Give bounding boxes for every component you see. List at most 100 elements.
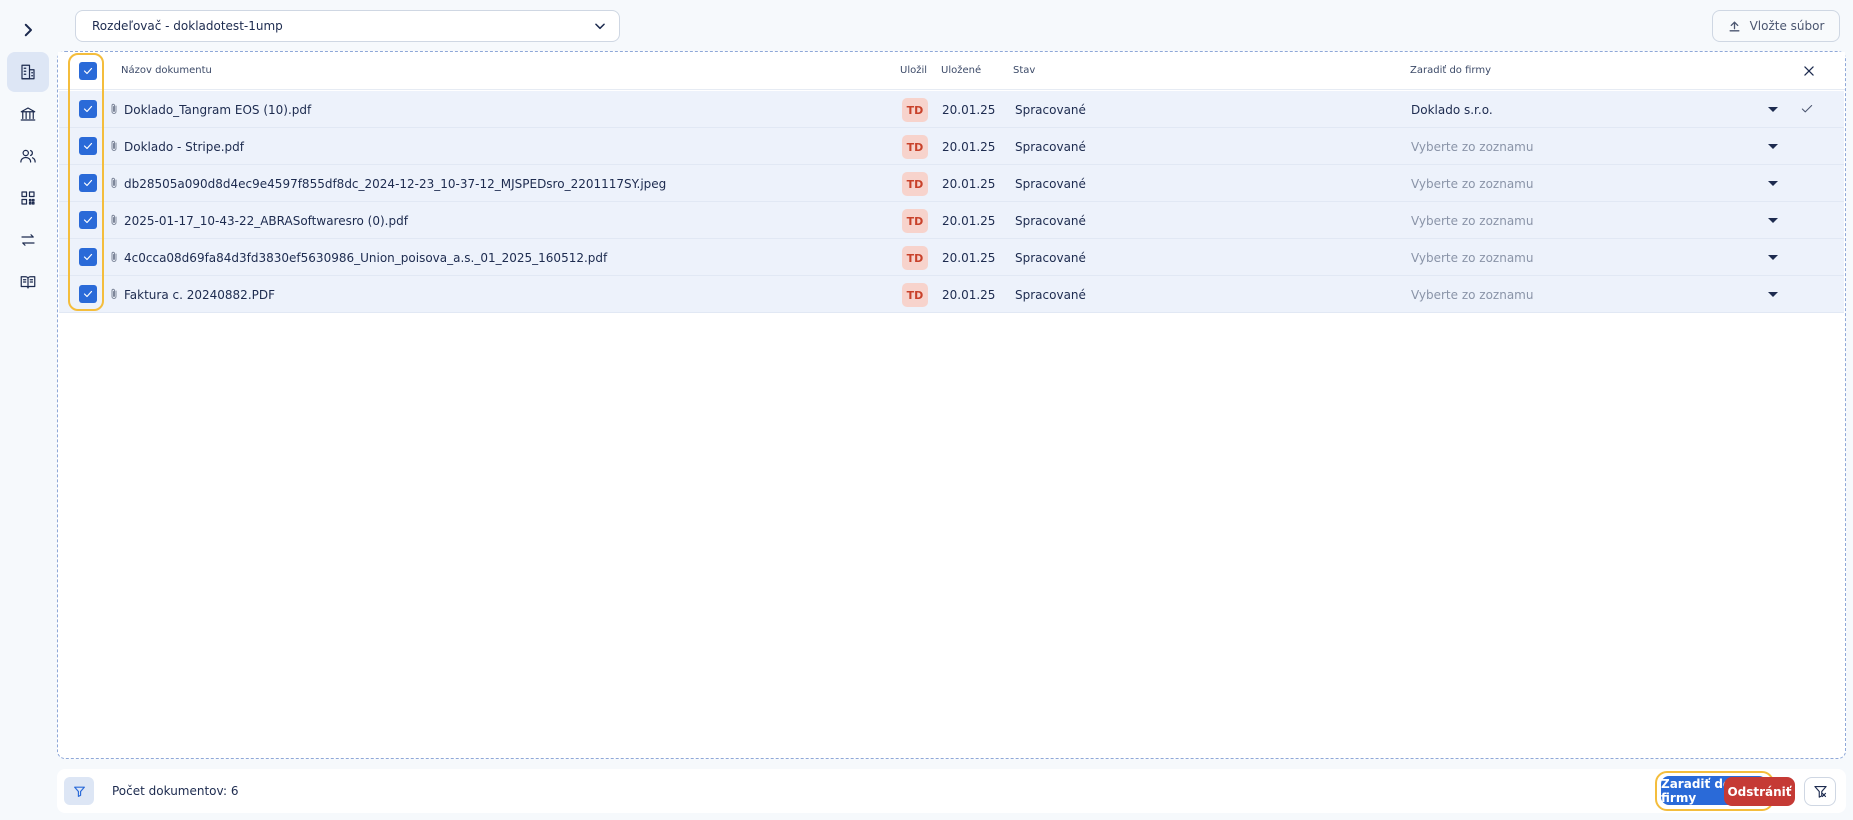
column-header-uploaded-by[interactable]: Uložil — [900, 65, 927, 76]
sidebar-item-qr-codes[interactable] — [7, 178, 49, 218]
sidebar — [0, 0, 57, 820]
upload-date: 20.01.25 — [942, 140, 996, 154]
document-count: Počet dokumentov: 6 — [112, 784, 239, 798]
attachment-icon — [111, 214, 117, 225]
app: Rozdeľovač - dokladotest-1ump Vložte súb… — [0, 0, 1853, 820]
uploader-avatar: TD — [902, 246, 928, 270]
table-row[interactable]: Faktura c. 20240882.PDF TD 20.01.25 Spracov… — [59, 276, 1844, 313]
checkmark-icon — [83, 142, 93, 150]
row-checkbox[interactable] — [79, 174, 97, 192]
company-select[interactable]: Vyberte zo zoznamu — [1411, 140, 1533, 154]
row-checkbox[interactable] — [79, 285, 97, 303]
uploader-avatar: TD — [902, 209, 928, 233]
table-row[interactable]: Doklado_Tangram EOS (10).pdf TD 20.01.25 Sp… — [59, 91, 1844, 128]
table-header: Názov dokumentu Uložil Uložené Stav Zara… — [58, 52, 1845, 90]
chevron-right-icon — [24, 23, 32, 37]
arrows-exchange-icon — [21, 234, 35, 246]
documents-dropzone[interactable]: Názov dokumentu Uložil Uložené Stav Zara… — [57, 51, 1846, 759]
attachment-icon — [111, 177, 117, 188]
upload-file-button[interactable]: Vložte súbor — [1712, 10, 1840, 42]
dropdown-arrow-icon[interactable] — [1768, 107, 1778, 112]
column-header-status[interactable]: Stav — [1013, 65, 1035, 76]
document-name-link[interactable]: Faktura c. 20240882.PDF — [124, 288, 275, 302]
expand-sidebar-button[interactable] — [7, 10, 49, 50]
attachment-icon — [111, 288, 117, 299]
checkmark-icon — [83, 253, 93, 261]
dropdown-arrow-icon[interactable] — [1768, 144, 1778, 149]
dropdown-arrow-icon[interactable] — [1768, 255, 1778, 260]
bank-icon — [20, 107, 36, 121]
sidebar-item-bank[interactable] — [7, 94, 49, 134]
table-row[interactable]: 2025-01-17_10-43-22_ABRASoftwaresro (0).… — [59, 202, 1844, 239]
document-name-link[interactable]: db28505a090d8d4ec9e4597f855df8dc_2024-12… — [124, 177, 666, 191]
table-row[interactable]: db28505a090d8d4ec9e4597f855df8dc_2024-12… — [59, 165, 1844, 202]
status-text: Spracované — [1015, 177, 1086, 191]
company-select[interactable]: Vyberte zo zoznamu — [1411, 177, 1533, 191]
footer-bar: Počet dokumentov: 6 Zaradiť do firmy Ods… — [57, 769, 1846, 813]
column-header-assign[interactable]: Zaradiť do firmy — [1410, 65, 1491, 76]
checkmark-icon — [83, 105, 93, 113]
status-text: Spracované — [1015, 140, 1086, 154]
splitter-select-value: Rozdeľovač - dokladotest-1ump — [92, 19, 283, 33]
remove-button[interactable]: Odstrániť — [1724, 777, 1795, 806]
document-name-link[interactable]: 4c0cca08d69fa84d3fd3830ef5630986_Union_p… — [124, 251, 607, 265]
checkmark-icon — [83, 67, 93, 75]
checkmark-icon — [83, 290, 93, 298]
status-text: Spracované — [1015, 288, 1086, 302]
status-text: Spracované — [1015, 103, 1086, 117]
building-icon — [21, 64, 35, 80]
attachment-icon — [111, 140, 117, 151]
uploader-avatar: TD — [902, 283, 928, 307]
table-row[interactable]: 4c0cca08d69fa84d3fd3830ef5630986_Union_p… — [59, 239, 1844, 276]
column-header-name[interactable]: Názov dokumentu — [121, 65, 212, 76]
company-select[interactable]: Doklado s.r.o. — [1411, 103, 1493, 117]
sidebar-item-transfers[interactable] — [7, 220, 49, 260]
row-checkbox[interactable] — [79, 100, 97, 118]
upload-icon — [1729, 21, 1740, 31]
clear-filter-button[interactable] — [1804, 777, 1836, 806]
row-checkbox[interactable] — [79, 211, 97, 229]
table-row[interactable]: Doklado - Stripe.pdf TD 20.01.25 Spracované… — [59, 128, 1844, 165]
attachment-icon — [111, 251, 117, 262]
checkmark-icon — [83, 179, 93, 187]
document-name-link[interactable]: Doklado - Stripe.pdf — [124, 140, 244, 154]
company-select[interactable]: Vyberte zo zoznamu — [1411, 251, 1533, 265]
close-icon[interactable] — [1802, 64, 1816, 78]
checkmark-icon — [83, 216, 93, 224]
filter-off-icon — [1813, 785, 1827, 798]
status-text: Spracované — [1015, 251, 1086, 265]
uploader-avatar: TD — [902, 135, 928, 159]
upload-date: 20.01.25 — [942, 251, 996, 265]
row-checkbox[interactable] — [79, 137, 97, 155]
confirm-check-icon[interactable] — [1800, 102, 1814, 116]
upload-date: 20.01.25 — [942, 288, 996, 302]
qr-code-icon — [21, 191, 35, 205]
status-text: Spracované — [1015, 214, 1086, 228]
sidebar-item-users[interactable] — [7, 136, 49, 176]
document-name-link[interactable]: 2025-01-17_10-43-22_ABRASoftwaresro (0).… — [124, 214, 408, 228]
dropdown-arrow-icon[interactable] — [1768, 181, 1778, 186]
row-checkbox[interactable] — [79, 248, 97, 266]
company-select[interactable]: Vyberte zo zoznamu — [1411, 288, 1533, 302]
filter-button[interactable] — [64, 777, 94, 805]
company-select[interactable]: Vyberte zo zoznamu — [1411, 214, 1533, 228]
sidebar-item-companies[interactable] — [7, 52, 49, 92]
chevron-down-icon — [595, 23, 605, 30]
uploader-avatar: TD — [902, 98, 928, 122]
sidebar-item-guide[interactable] — [7, 262, 49, 302]
attachment-icon — [111, 103, 117, 114]
filter-icon — [73, 786, 85, 797]
select-all-checkbox[interactable] — [79, 62, 97, 80]
uploader-avatar: TD — [902, 172, 928, 196]
upload-file-label: Vložte súbor — [1749, 19, 1825, 33]
splitter-select[interactable]: Rozdeľovač - dokladotest-1ump — [75, 10, 620, 42]
upload-date: 20.01.25 — [942, 103, 996, 117]
upload-date: 20.01.25 — [942, 214, 996, 228]
dropdown-arrow-icon[interactable] — [1768, 292, 1778, 297]
dropdown-arrow-icon[interactable] — [1768, 218, 1778, 223]
document-name-link[interactable]: Doklado_Tangram EOS (10).pdf — [124, 103, 311, 117]
upload-date: 20.01.25 — [942, 177, 996, 191]
users-icon — [20, 149, 36, 163]
column-header-uploaded-at[interactable]: Uložené — [941, 65, 981, 76]
book-icon — [20, 276, 36, 289]
